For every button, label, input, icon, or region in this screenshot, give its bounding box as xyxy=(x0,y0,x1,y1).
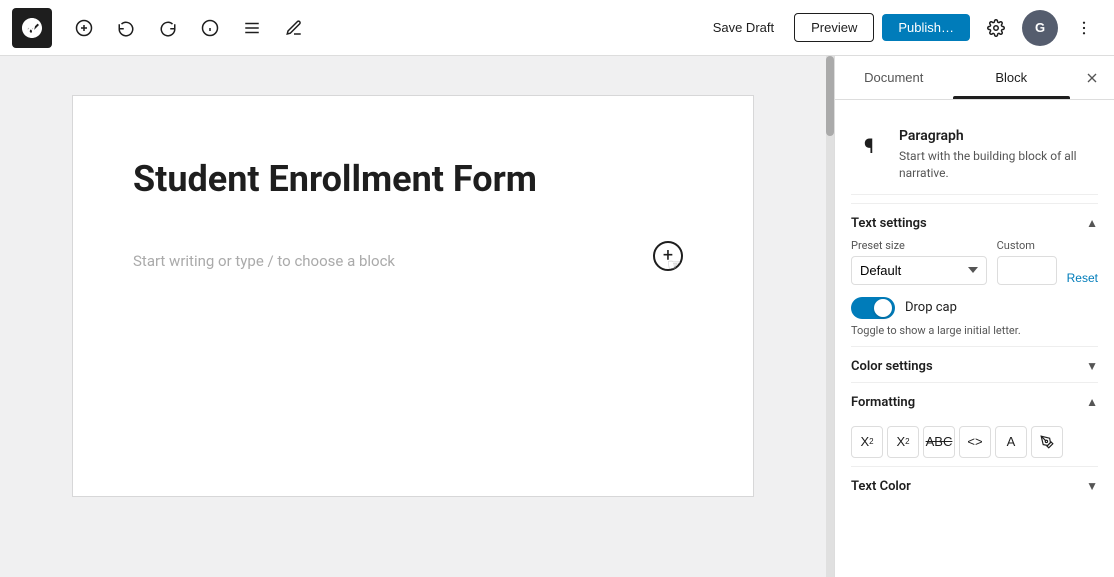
preset-size-label: Preset size xyxy=(851,239,987,252)
toolbar-right: Save Draft Preview Publish… G xyxy=(701,10,1102,46)
editor-area[interactable]: Student Enrollment Form Start writing or… xyxy=(0,56,826,577)
text-color-title: Text Color xyxy=(851,479,911,494)
user-avatar[interactable]: G xyxy=(1022,10,1058,46)
text-color-chevron: ▼ xyxy=(1086,479,1098,493)
add-block-cursor: + ☞ xyxy=(653,241,693,281)
text-color-header[interactable]: Text Color ▼ xyxy=(851,466,1098,502)
formatting-title: Formatting xyxy=(851,395,915,410)
color-highlight-button[interactable] xyxy=(1031,426,1063,458)
list-view-button[interactable] xyxy=(234,10,270,46)
custom-label: Custom xyxy=(997,239,1057,252)
drop-cap-row: Drop cap xyxy=(851,297,1098,319)
post-title[interactable]: Student Enrollment Form xyxy=(133,156,693,203)
sidebar-tabs: Document Block xyxy=(835,56,1114,100)
save-draft-button[interactable]: Save Draft xyxy=(701,14,786,41)
preset-size-select[interactable]: Default xyxy=(851,256,987,285)
settings-button[interactable] xyxy=(978,10,1014,46)
block-paragraph-icon: ¶ xyxy=(851,128,887,164)
drop-cap-toggle[interactable] xyxy=(851,297,895,319)
toolbar: W xyxy=(0,0,1114,56)
main-layout: Student Enrollment Form Start writing or… xyxy=(0,56,1114,577)
preview-button[interactable]: Preview xyxy=(794,13,874,42)
custom-size-input[interactable] xyxy=(997,256,1057,285)
tab-document[interactable]: Document xyxy=(835,56,953,99)
block-description: ¶ Paragraph Start with the building bloc… xyxy=(851,116,1098,195)
toolbar-left: W xyxy=(12,8,312,48)
editor-canvas: Student Enrollment Form Start writing or… xyxy=(73,96,753,496)
scroll-thumb[interactable] xyxy=(826,56,834,136)
subscript-button[interactable]: X2 xyxy=(887,426,919,458)
cursor-hand-icon: ☞ xyxy=(667,255,681,274)
drop-cap-label: Drop cap xyxy=(905,300,957,315)
block-info-desc: Start with the building block of all nar… xyxy=(899,148,1098,182)
undo-button[interactable] xyxy=(108,10,144,46)
preset-col: Preset size Default xyxy=(851,239,987,285)
publish-button[interactable]: Publish… xyxy=(882,14,970,41)
block-info: Paragraph Start with the building block … xyxy=(899,128,1098,182)
text-settings-chevron: ▲ xyxy=(1086,216,1098,230)
redo-button[interactable] xyxy=(150,10,186,46)
add-block-button[interactable] xyxy=(66,10,102,46)
inline-code-button[interactable]: <> xyxy=(959,426,991,458)
sidebar-close-button[interactable] xyxy=(1074,60,1110,96)
sidebar: Document Block ¶ Paragraph Start with th… xyxy=(834,56,1114,577)
text-settings-header[interactable]: Text settings ▲ xyxy=(851,203,1098,239)
tab-block[interactable]: Block xyxy=(953,56,1071,99)
text-settings-title: Text settings xyxy=(851,216,927,231)
more-options-button[interactable] xyxy=(1066,10,1102,46)
color-settings-chevron: ▼ xyxy=(1086,359,1098,373)
superscript-button[interactable]: X2 xyxy=(851,426,883,458)
drop-cap-hint: Toggle to show a large initial letter. xyxy=(851,323,1098,338)
custom-col: Custom xyxy=(997,239,1057,285)
color-settings-title: Color settings xyxy=(851,359,933,374)
formatting-header[interactable]: Formatting ▲ xyxy=(851,382,1098,418)
wp-logo[interactable]: W xyxy=(12,8,52,48)
color-settings-header[interactable]: Color settings ▼ xyxy=(851,346,1098,382)
formatting-row: X2 X2 ABC <> A xyxy=(851,418,1098,466)
placeholder-text: Start writing or type / to choose a bloc… xyxy=(133,252,395,270)
sidebar-content: ¶ Paragraph Start with the building bloc… xyxy=(835,100,1114,577)
formatting-chevron: ▲ xyxy=(1086,395,1098,409)
block-info-title: Paragraph xyxy=(899,128,1098,144)
scroll-track[interactable] xyxy=(826,56,834,577)
svg-text:W: W xyxy=(26,22,36,35)
keyboard-button[interactable]: A xyxy=(995,426,1027,458)
placeholder-block[interactable]: Start writing or type / to choose a bloc… xyxy=(133,233,693,289)
tools-button[interactable] xyxy=(276,10,312,46)
strikethrough-button[interactable]: ABC xyxy=(923,426,955,458)
reset-button[interactable]: Reset xyxy=(1067,271,1098,285)
preset-custom-row: Preset size Default Custom Reset xyxy=(851,239,1098,285)
info-button[interactable] xyxy=(192,10,228,46)
toggle-knob xyxy=(874,299,892,317)
